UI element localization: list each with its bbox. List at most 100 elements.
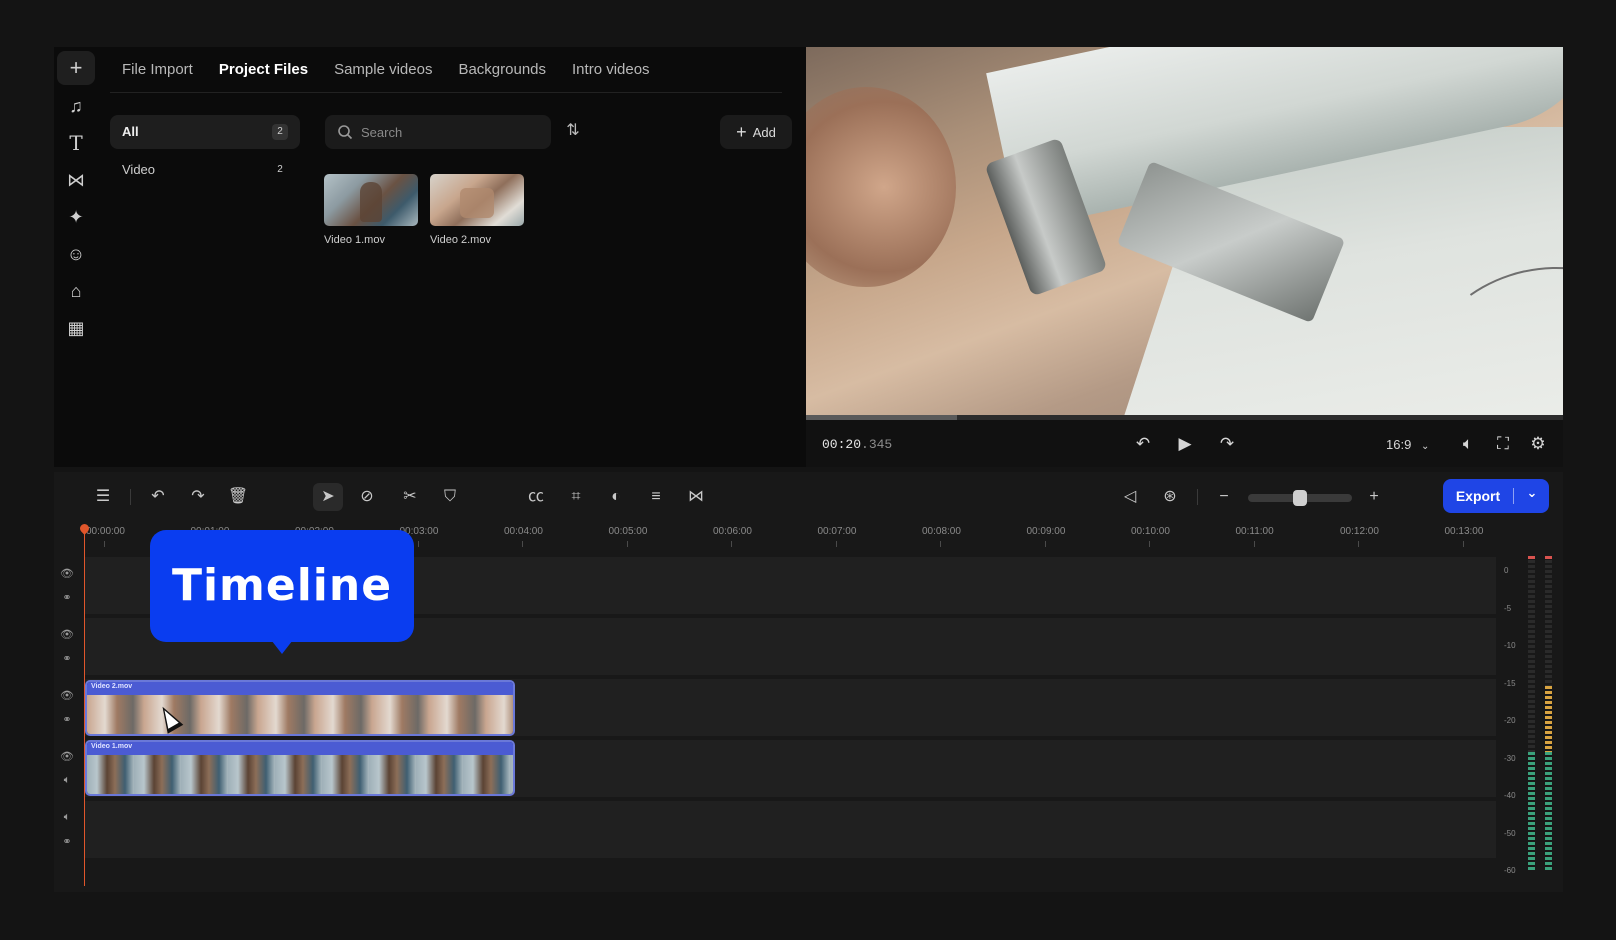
meter-db-label: -40 [1504, 791, 1516, 800]
tool-rail: + ♫ T ⋈ ✦ ☺ ⌂ ▦ [54, 47, 98, 467]
media-thumbnail[interactable] [324, 174, 418, 226]
meter-level-left [1528, 752, 1535, 870]
callout-pointer [268, 636, 296, 654]
video-preview[interactable] [806, 47, 1563, 415]
meter-db-label: -20 [1504, 716, 1516, 725]
ruler-tick [1149, 541, 1150, 547]
undo-icon[interactable]: ↶ [143, 483, 173, 511]
link-icon[interactable]: ⚭ [58, 652, 76, 665]
adjust-icon[interactable]: ≡ [641, 483, 671, 511]
sort-icon[interactable]: ⇅ [560, 120, 586, 144]
text-icon[interactable]: T [57, 126, 95, 160]
volume-icon[interactable]: 🔈︎ [1453, 430, 1483, 458]
ruler-tick [1253, 541, 1255, 547]
ruler-tick-label: 00:04:00 [504, 526, 543, 537]
audio-detach-icon[interactable]: ◁ [1115, 483, 1145, 511]
meter-db-label: -60 [1504, 866, 1516, 875]
meter-db-label: -30 [1504, 753, 1516, 763]
shield-icon[interactable]: ⛉ [435, 483, 465, 511]
fullscreen-icon[interactable]: ⛶ [1488, 430, 1518, 458]
ruler-tick [104, 541, 105, 547]
filter-all[interactable]: All 2 [110, 115, 300, 149]
ruler-tick-label: 00:05:00 [608, 526, 648, 537]
transition-icon[interactable]: ⋈ [681, 483, 711, 511]
meter-peak [1528, 556, 1535, 559]
meter-db-label: -50 [1504, 828, 1516, 838]
plus-icon[interactable]: + [57, 51, 95, 85]
export-button[interactable]: Export ⌄ [1443, 479, 1549, 513]
media-tabs: File Import Project Files Sample videos … [122, 58, 650, 94]
tab-sample-videos[interactable]: Sample videos [334, 58, 432, 94]
magnet-icon[interactable]: ⊛ [1155, 483, 1185, 511]
delete-icon[interactable]: 🗑︎ [223, 483, 253, 511]
timeline-clip[interactable]: Video 1.mov [85, 740, 515, 796]
ruler-tick [522, 541, 523, 547]
tab-backgrounds[interactable]: Backgrounds [458, 58, 546, 94]
media-thumbnail[interactable] [430, 174, 524, 226]
thumbnail-figure [360, 182, 382, 222]
filter-video[interactable]: Video 2 [110, 157, 300, 183]
search-icon [338, 125, 353, 140]
tab-file-import[interactable]: File Import [122, 58, 193, 94]
filter-count: 2 [272, 124, 288, 140]
ruler-tick-label: 00:12:00 [1340, 526, 1379, 537]
zoom-out-icon[interactable]: − [1209, 483, 1239, 511]
crop-icon[interactable]: ⌗ [561, 483, 591, 511]
select-tool-icon[interactable]: ➤ [313, 483, 343, 511]
timeline-clip[interactable]: Video 2.mov [85, 680, 515, 736]
meter-db-label: 0 [1504, 566, 1509, 575]
captions-icon[interactable]: ㏄ [521, 483, 551, 511]
eye-icon[interactable]: 👁︎ [58, 567, 76, 580]
export-divider [1513, 488, 1514, 504]
effects-icon[interactable]: ✦ [57, 200, 95, 234]
apps-icon[interactable]: ▦ [57, 311, 95, 345]
redo-icon[interactable]: ↷ [183, 483, 213, 511]
music-icon[interactable]: ♫ [57, 89, 95, 123]
color-icon[interactable]: ◐ [601, 483, 631, 511]
add-track-icon[interactable]: ☰ [88, 483, 118, 511]
play-icon[interactable]: ▶ [1170, 430, 1200, 458]
media-file-name: Video 2.mov [430, 234, 491, 246]
ruler-tick-label: 00:11:00 [1235, 526, 1274, 537]
speaker-icon[interactable]: 🔈︎ [58, 774, 76, 787]
zoom-slider-handle[interactable] [1293, 490, 1307, 506]
ruler-tick [1462, 541, 1464, 547]
ruler-tick [417, 541, 419, 547]
zoom-in-icon[interactable]: + [1359, 483, 1389, 511]
clip-header [87, 742, 513, 755]
thumbnail-figure [460, 188, 494, 218]
eye-icon[interactable]: 👁︎ [58, 689, 76, 702]
eye-icon[interactable]: 👁︎ [58, 750, 76, 763]
sticker-icon[interactable]: ☺ [57, 237, 95, 271]
transition-icon[interactable]: ⋈ [57, 163, 95, 197]
split-icon[interactable]: ✂ [395, 483, 425, 511]
rewind-icon[interactable]: ↶ [1128, 430, 1158, 458]
forward-icon[interactable]: ↷ [1212, 430, 1242, 458]
tab-intro-videos[interactable]: Intro videos [572, 58, 650, 94]
tab-project-files[interactable]: Project Files [219, 58, 308, 94]
timeline-track[interactable] [84, 801, 1496, 858]
link-icon[interactable]: ⚭ [58, 713, 76, 726]
speaker-icon[interactable]: 🔈︎ [58, 811, 76, 824]
settings-icon[interactable]: ⚙ [1523, 430, 1553, 458]
search-input[interactable] [361, 124, 531, 140]
add-button[interactable]: + Add [720, 115, 792, 149]
aspect-ratio-select[interactable]: 16:9 ⌄ [1386, 437, 1429, 452]
link-icon[interactable]: ⚭ [58, 591, 76, 604]
chevron-down-icon[interactable]: ⌄ [1519, 485, 1545, 501]
ruler-tick-label: 00:00:00 [86, 526, 125, 537]
meter-db-label: -5 [1504, 603, 1512, 613]
ruler-tick-label: 00:09:00 [1026, 526, 1066, 537]
media-panel [54, 47, 806, 467]
playhead[interactable] [84, 526, 85, 886]
ruler-tick-label: 00:13:00 [1444, 526, 1484, 537]
brand-kit-icon[interactable]: ⌂ [57, 274, 95, 308]
ruler-tick [1044, 541, 1046, 547]
toolbar-separator [130, 489, 131, 505]
eye-icon[interactable]: 👁︎ [58, 628, 76, 641]
plus-icon: + [736, 121, 747, 142]
ruler-tick [1358, 541, 1359, 547]
erase-tool-icon[interactable]: ⊘ [352, 483, 382, 511]
link-icon[interactable]: ⚭ [58, 835, 76, 848]
meter-level-right [1545, 752, 1552, 870]
